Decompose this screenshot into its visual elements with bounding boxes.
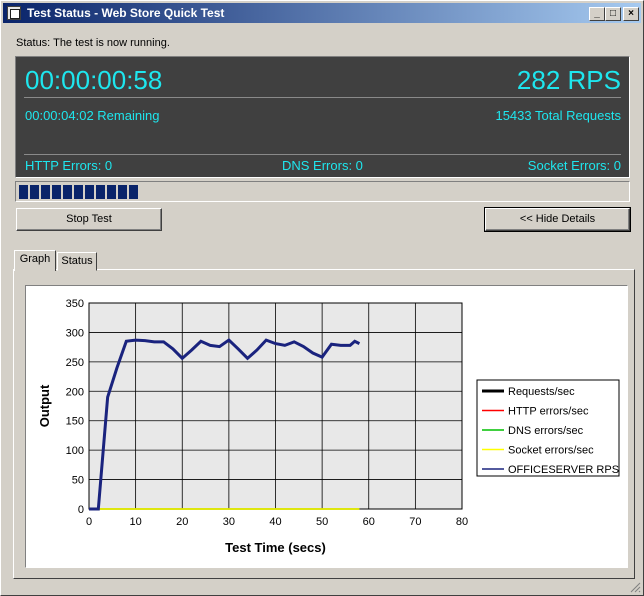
- progress-block: [118, 185, 127, 199]
- y-tick-label: 350: [66, 298, 84, 310]
- legend-entry: DNS errors/sec: [508, 425, 584, 437]
- y-tick-label: 200: [66, 386, 84, 398]
- elapsed-time: 00:00:00:58: [25, 65, 163, 95]
- x-tick-label: 80: [456, 516, 468, 528]
- remaining-time: 00:00:04:02 Remaining: [25, 108, 160, 123]
- http-errors: HTTP Errors: 0: [25, 158, 113, 173]
- close-button[interactable]: ×: [623, 7, 639, 21]
- x-axis-label: Test Time (secs): [225, 540, 326, 555]
- metrics-panel: 00:00:00:58 282 RPS 00:00:04:02 Remainin…: [15, 56, 630, 178]
- x-tick-label: 0: [86, 516, 92, 528]
- resize-grip-icon[interactable]: [629, 581, 641, 593]
- hide-details-button[interactable]: << Hide Details: [484, 207, 631, 232]
- x-tick-label: 60: [363, 516, 375, 528]
- legend-entry: Socket errors/sec: [508, 445, 594, 457]
- x-tick-label: 10: [130, 516, 142, 528]
- progress-block: [19, 185, 28, 199]
- x-tick-label: 20: [176, 516, 188, 528]
- progress-block: [96, 185, 105, 199]
- x-tick-label: 40: [269, 516, 281, 528]
- y-tick-label: 250: [66, 357, 84, 369]
- total-requests: 15433 Total Requests: [495, 108, 621, 123]
- window-title: Test Status - Web Store Quick Test: [27, 6, 225, 20]
- y-tick-label: 300: [66, 327, 84, 339]
- app-icon: [7, 6, 21, 20]
- graph-area: 0 10 20 30 40 50 60 70 80 0 50 100 150 200 250 300 350 Te…: [25, 285, 628, 568]
- progress-block: [41, 185, 50, 199]
- status-text: Status: The test is now running.: [16, 37, 170, 49]
- maximize-button[interactable]: □: [605, 7, 621, 21]
- y-tick-label: 0: [78, 504, 84, 516]
- y-tick-label: 150: [66, 416, 84, 428]
- progress-block: [74, 185, 83, 199]
- legend-entry: Requests/sec: [508, 386, 575, 398]
- rps-value: 282 RPS: [516, 65, 621, 95]
- y-tick-label: 50: [72, 475, 84, 487]
- test-status-window: Test Status - Web Store Quick Test _ □ ×…: [0, 0, 644, 596]
- y-tick-label: 100: [66, 445, 84, 457]
- tab-graph[interactable]: Graph: [14, 250, 56, 271]
- x-tick-label: 30: [223, 516, 235, 528]
- x-tick-label: 70: [409, 516, 421, 528]
- progress-block: [129, 185, 138, 199]
- progress-block: [30, 185, 39, 199]
- progress-block: [63, 185, 72, 199]
- stop-test-button[interactable]: Stop Test: [16, 208, 162, 231]
- title-bar[interactable]: Test Status - Web Store Quick Test _ □ ×: [3, 3, 641, 23]
- divider: [24, 154, 621, 155]
- dns-errors: DNS Errors: 0: [282, 158, 363, 173]
- progress-block: [107, 185, 116, 199]
- socket-errors: Socket Errors: 0: [527, 158, 621, 173]
- x-tick-label: 50: [316, 516, 328, 528]
- minimize-button[interactable]: _: [589, 7, 605, 21]
- progress-block: [85, 185, 94, 199]
- progress-block: [52, 185, 61, 199]
- output-chart: 0 10 20 30 40 50 60 70 80 0 50 100 150 200 250 300 350 Te…: [37, 298, 620, 555]
- y-axis-label: Output: [37, 384, 52, 427]
- legend-entry: HTTP errors/sec: [508, 406, 589, 418]
- tab-status[interactable]: Status: [57, 252, 97, 271]
- legend-entry: OFFICESERVER RPS: [508, 464, 619, 476]
- divider: [24, 97, 621, 98]
- progress-bar: [15, 181, 630, 202]
